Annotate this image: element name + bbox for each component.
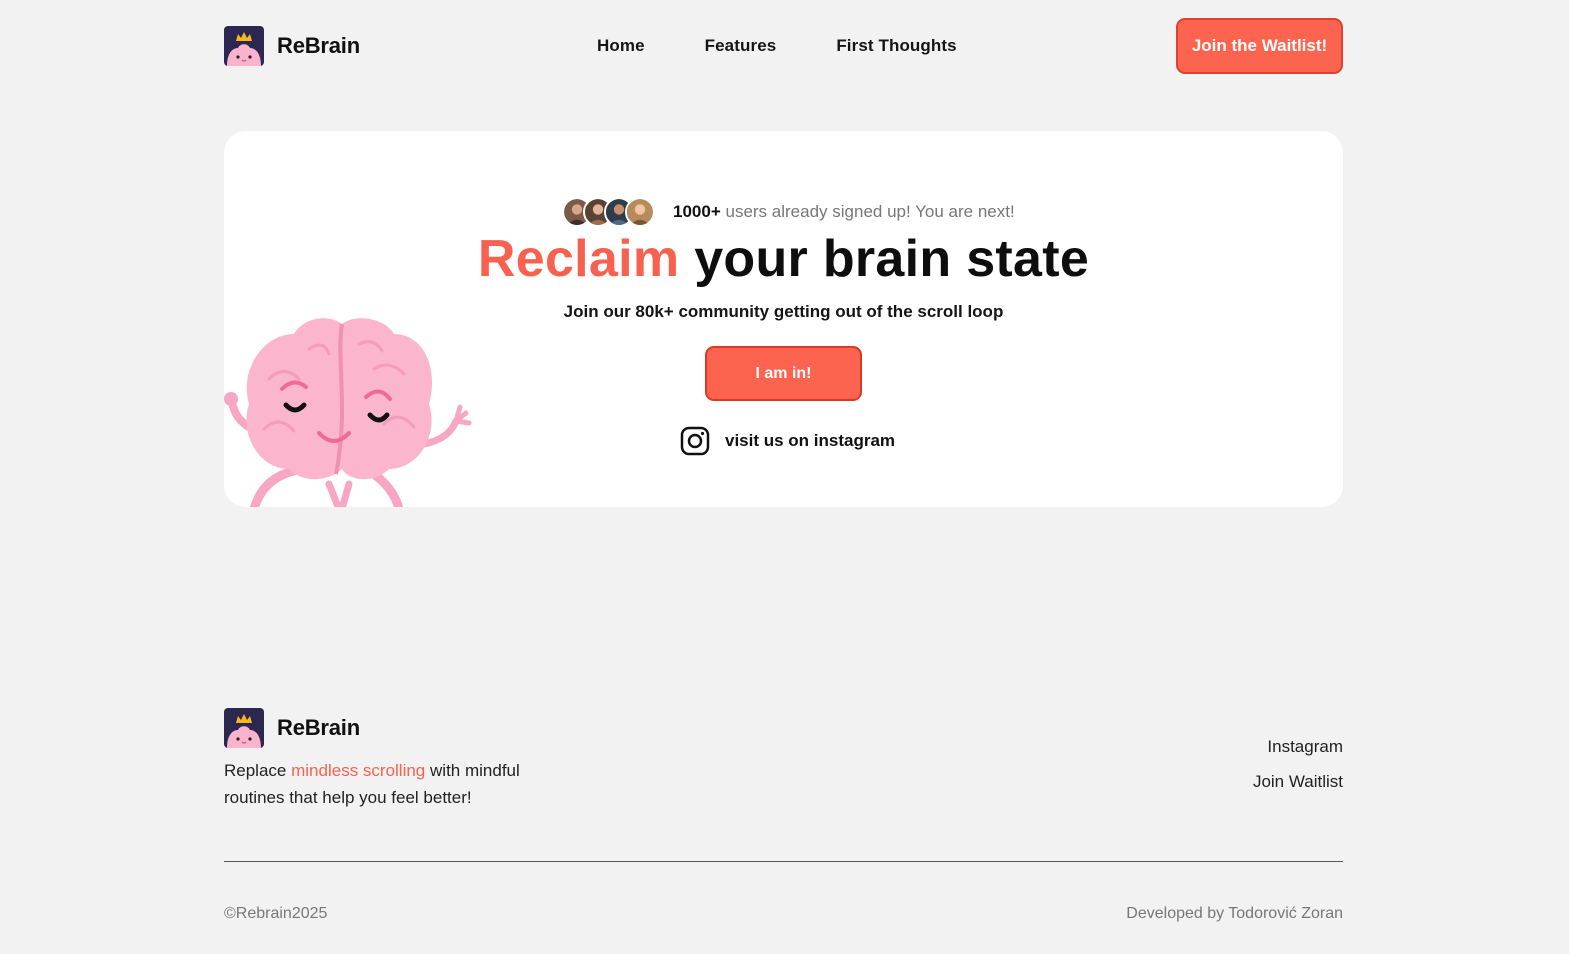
brain-king-icon — [224, 708, 264, 748]
hero-title-rest: your brain state — [694, 230, 1090, 288]
brain-king-icon — [224, 26, 264, 66]
footer-desc-before: Replace — [224, 761, 287, 780]
footer-link-instagram[interactable]: Instagram — [1267, 737, 1343, 757]
hero-title-accent: Reclaim — [477, 230, 680, 288]
footer-description: Replace mindless scrolling with mindful … — [224, 757, 554, 811]
signup-message: users already signed up! You are next! — [725, 202, 1015, 221]
footer-brand-name: ReBrain — [277, 715, 360, 740]
nav-features[interactable]: Features — [705, 36, 777, 56]
nav-home[interactable]: Home — [597, 36, 645, 56]
signup-count-text: 1000+ users already signed up! You are n… — [673, 202, 1015, 222]
avatar — [625, 197, 655, 227]
main-nav: Home Features First Thoughts — [597, 36, 957, 56]
developer-credit: Developed by Todorović Zoran — [1126, 905, 1343, 922]
brain-mascot — [224, 318, 472, 507]
footer-links: Instagram Join Waitlist — [1253, 737, 1343, 792]
footer-link-join-waitlist[interactable]: Join Waitlist — [1253, 772, 1343, 792]
footer-divider — [224, 861, 1343, 862]
social-proof: 1000+ users already signed up! You are n… — [562, 197, 1015, 227]
nav-first-thoughts[interactable]: First Thoughts — [836, 36, 956, 56]
copyright: ©Rebrain2025 — [224, 905, 328, 922]
brand-name: ReBrain — [277, 33, 360, 58]
signup-count: 1000+ — [673, 202, 721, 221]
instagram-link[interactable]: visit us on instagram — [680, 426, 895, 456]
join-waitlist-button[interactable]: Join the Waitlist! — [1176, 18, 1343, 74]
user-avatars — [562, 197, 655, 227]
hero-card: 1000+ users already signed up! You are n… — [224, 131, 1343, 507]
i-am-in-button[interactable]: I am in! — [705, 346, 862, 401]
footer-desc-highlight: mindless scrolling — [291, 761, 426, 780]
instagram-icon — [680, 426, 710, 456]
footer-logo[interactable]: ReBrain — [224, 708, 360, 748]
logo-link[interactable]: ReBrain — [224, 26, 360, 66]
hero-title: Reclaim your brain state — [224, 227, 1343, 291]
instagram-link-label: visit us on instagram — [725, 431, 896, 450]
site-header: ReBrain Home Features First Thoughts Joi… — [224, 18, 1343, 74]
